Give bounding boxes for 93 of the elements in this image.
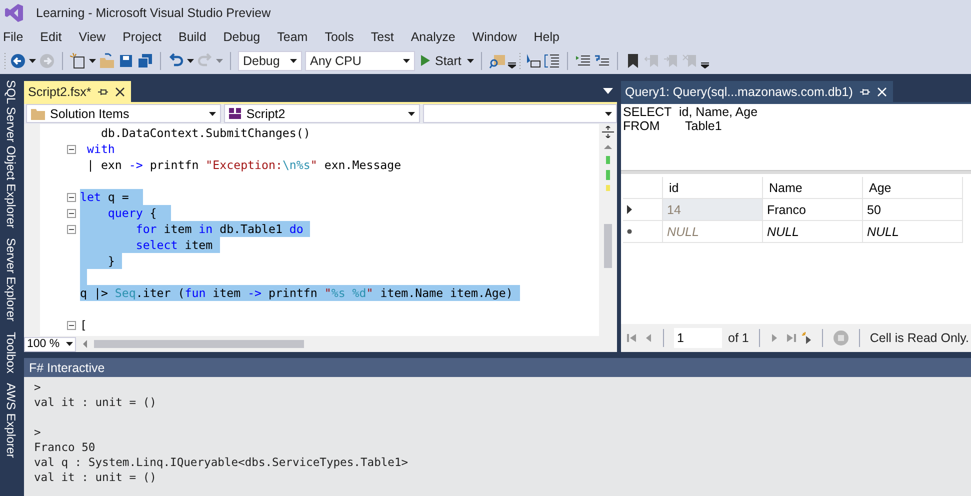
- folder-icon: [31, 108, 45, 120]
- sql-text: FROM: [623, 119, 661, 133]
- collapse-icon[interactable]: [67, 224, 76, 234]
- indent-icon[interactable]: [575, 52, 592, 68]
- scrollbar-thumb[interactable]: [604, 224, 612, 268]
- collapse-icon[interactable]: [67, 320, 76, 330]
- pin-icon[interactable]: [98, 86, 108, 96]
- navigation-dropdown[interactable]: Script2: [224, 104, 420, 123]
- column-header[interactable]: id: [663, 177, 763, 199]
- table-cell[interactable]: 50: [863, 199, 963, 221]
- change-markers-icon: [606, 156, 610, 192]
- split-icon[interactable]: [602, 126, 614, 138]
- new-row-icon: [627, 229, 632, 234]
- page-field[interactable]: 1: [674, 328, 722, 348]
- scrollbar-thumb[interactable]: [94, 340, 304, 348]
- side-tab[interactable]: SQL Server Object Explorer: [4, 80, 18, 228]
- caret-icon: [290, 58, 297, 62]
- output-line: Franco 50: [34, 440, 96, 455]
- caret-icon: [467, 58, 474, 62]
- output-line: >: [34, 380, 42, 395]
- close-icon[interactable]: [115, 86, 126, 96]
- menu-item[interactable]: View: [72, 30, 117, 44]
- save-icon[interactable]: [118, 52, 134, 68]
- code-line: | exn -> printfn "Exception:\n%s" exn.Message: [86, 157, 402, 173]
- menu-item[interactable]: Build: [172, 30, 218, 44]
- caret-icon: [209, 112, 216, 116]
- grip-icon: [4, 52, 7, 70]
- collapse-icon[interactable]: [67, 144, 76, 154]
- grip-icon: [519, 52, 522, 70]
- document-tab[interactable]: Script2.fsx*: [24, 81, 132, 102]
- table-cell[interactable]: NULL: [863, 221, 963, 243]
- code-line: with: [86, 141, 116, 157]
- side-tab[interactable]: Toolbox: [4, 332, 18, 374]
- pointer-icon[interactable]: [525, 52, 542, 68]
- menu-item[interactable]: File: [0, 30, 34, 44]
- page-count: of 1: [728, 331, 749, 345]
- output-line: val it : unit = (): [34, 470, 158, 485]
- current-row-icon: [627, 205, 632, 214]
- collapse-icon[interactable]: [67, 192, 76, 202]
- sql-text: id, Name, Age: [679, 105, 759, 119]
- table-cell[interactable]: Franco: [763, 199, 863, 221]
- find-in-files-icon[interactable]: [489, 52, 506, 68]
- menu-item[interactable]: Team: [271, 30, 319, 44]
- platform-dropdown[interactable]: Any CPU: [305, 50, 415, 70]
- caret-icon[interactable]: [29, 58, 36, 62]
- menu-item[interactable]: Tools: [318, 30, 365, 44]
- window-title: Learning - Microsoft Visual Studio Preview: [36, 6, 271, 20]
- zoom-dropdown[interactable]: 100 %: [24, 336, 76, 352]
- side-tab[interactable]: AWS Explorer: [4, 383, 18, 458]
- menu-item[interactable]: Edit: [34, 30, 73, 44]
- undo-icon[interactable]: [168, 52, 184, 68]
- code-line: [: [80, 317, 88, 333]
- menu-item[interactable]: Window: [466, 30, 528, 44]
- side-tab[interactable]: Server Explorer: [4, 238, 18, 322]
- module-icon: [229, 108, 242, 119]
- caret-icon: [604, 112, 612, 116]
- new-row-icon[interactable]: [802, 332, 812, 344]
- start-button[interactable]: Start: [418, 54, 464, 68]
- new-item-icon[interactable]: [70, 52, 86, 68]
- navigation-dropdown[interactable]: Solution Items: [26, 104, 222, 123]
- column-header[interactable]: Age: [863, 177, 963, 199]
- configuration-dropdown[interactable]: Debug: [238, 50, 302, 70]
- caret-icon[interactable]: [187, 58, 194, 62]
- scroll-up-icon[interactable]: [603, 142, 613, 152]
- code-line: db.DataContext.SubmitChanges(): [100, 125, 312, 141]
- caret-icon: [408, 112, 415, 116]
- caret-icon[interactable]: [89, 58, 96, 62]
- menu-item[interactable]: Debug: [217, 30, 272, 44]
- caret-icon: [403, 58, 410, 62]
- app-logo-icon: [4, 3, 24, 23]
- list-icon[interactable]: [544, 52, 560, 68]
- panel-title: F# Interactive: [29, 360, 105, 374]
- menu-item[interactable]: Project: [116, 30, 172, 44]
- menu-item[interactable]: Help: [528, 30, 570, 44]
- column-header[interactable]: Name: [763, 177, 863, 199]
- menu-item[interactable]: Analyze: [404, 30, 466, 44]
- play-icon: [421, 55, 430, 66]
- caret-icon: [66, 342, 73, 346]
- menu-item[interactable]: Test: [364, 30, 405, 44]
- comment-lines-icon[interactable]: [594, 52, 610, 68]
- table-cell[interactable]: NULL: [663, 221, 763, 243]
- table-cell[interactable]: NULL: [763, 221, 863, 243]
- output-line: >: [34, 425, 42, 440]
- save-all-icon[interactable]: [137, 52, 153, 68]
- tab-list-icon[interactable]: [603, 88, 613, 94]
- output-line: val it : unit = (): [34, 395, 158, 410]
- collapse-icon[interactable]: [67, 208, 76, 218]
- status-text: Cell is Read Only.: [870, 331, 969, 345]
- folder-icon[interactable]: [99, 52, 115, 68]
- output-line: val q : System.Linq.IQueryable<dbs.ServiceTypes.Table1>: [34, 455, 410, 470]
- back-icon[interactable]: [10, 52, 26, 68]
- sql-text: SELECT: [623, 105, 673, 119]
- sql-text: Table1: [684, 119, 723, 133]
